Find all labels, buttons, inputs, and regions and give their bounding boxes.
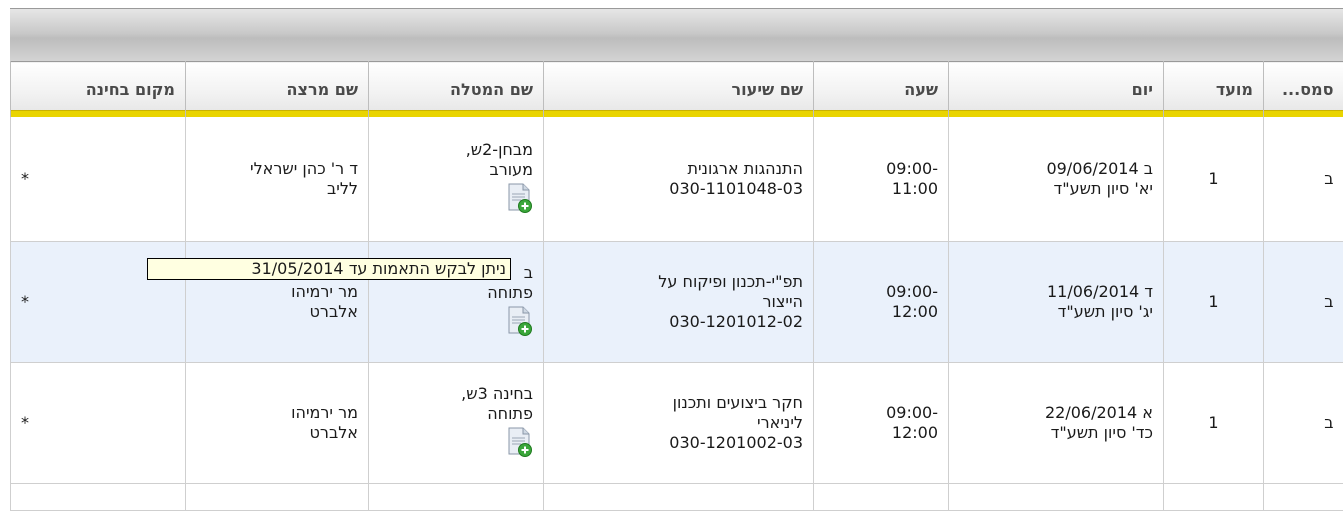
status-cell: ב xyxy=(1264,363,1343,484)
empty-cell xyxy=(369,484,544,511)
lecturer-name-cont: אלברט xyxy=(196,423,358,443)
time-start: 09:00- xyxy=(824,403,938,423)
empty-cell xyxy=(544,484,814,511)
day-hebrew-date: יא' סיון תשע"ד xyxy=(959,179,1153,199)
empty-cell xyxy=(1164,484,1264,511)
moed-cell: 1 xyxy=(1164,363,1264,484)
table-row[interactable]: ב 1 א 22/06/2014 כד' סיון תשע"ד 09:00- 1… xyxy=(11,363,1343,484)
column-header-location[interactable]: מקום בחינה xyxy=(11,62,186,118)
time-end: 12:00 xyxy=(824,302,938,322)
lesson-name: התנהגות ארגונית xyxy=(554,159,803,179)
moed-cell: 1 xyxy=(1164,242,1264,363)
task-type: פתוחה xyxy=(379,404,533,424)
moed-cell: 1 xyxy=(1164,117,1264,242)
time-start: 09:00- xyxy=(824,159,938,179)
empty-cell xyxy=(814,484,949,511)
lesson-cell: התנהגות ארגונית 030-1101048-03 xyxy=(544,117,814,242)
day-hebrew-date: כד' סיון תשע"ד xyxy=(959,423,1153,443)
lecturer-name: מר ירמיהו xyxy=(196,403,358,423)
day-cell: א 22/06/2014 כד' סיון תשע"ד xyxy=(949,363,1164,484)
empty-cell xyxy=(949,484,1164,511)
task-name: מבחן-2ש, xyxy=(379,140,533,160)
day-cell: ד 11/06/2014 יג' סיון תשע"ד xyxy=(949,242,1164,363)
day-date: ד 11/06/2014 xyxy=(959,282,1153,302)
lecturer-cell: מר ירמיהו אלברט xyxy=(186,363,369,484)
day-date: ב 09/06/2014 xyxy=(959,159,1153,179)
lesson-code: 030-1201002-03 xyxy=(554,433,803,453)
empty-cell xyxy=(186,484,369,511)
exams-table: סמס... מועד יום שעה שם שיעור שם המטלה שם… xyxy=(10,61,1343,511)
time-cell: 09:00- 12:00 xyxy=(814,363,949,484)
task-type: מעורב xyxy=(379,160,533,180)
table-header-row: סמס... מועד יום שעה שם שיעור שם המטלה שם… xyxy=(11,62,1343,118)
lesson-cell: תפ"י-תכנון ופיקוח על הייצור 030-1201012-… xyxy=(544,242,814,363)
table-row[interactable]: ב 1 ב 09/06/2014 יא' סיון תשע"ד 09:00- 1… xyxy=(11,117,1343,242)
document-add-icon[interactable] xyxy=(507,183,533,213)
day-date: א 22/06/2014 xyxy=(959,403,1153,423)
column-header-status[interactable]: סמס... xyxy=(1264,62,1343,118)
time-start: 09:00- xyxy=(824,282,938,302)
lesson-code: 030-1101048-03 xyxy=(554,179,803,199)
task-name: בחינה 3ש, xyxy=(379,384,533,404)
time-end: 11:00 xyxy=(824,179,938,199)
task-cell: מבחן-2ש, מעורב xyxy=(369,117,544,242)
status-cell: ב xyxy=(1264,117,1343,242)
lecturer-name-cont: אלברט xyxy=(196,302,358,322)
lesson-name: תפ"י-תכנון ופיקוח על xyxy=(554,272,803,292)
task-cell: בחינה 3ש, פתוחה xyxy=(369,363,544,484)
day-cell: ב 09/06/2014 יא' סיון תשע"ד xyxy=(949,117,1164,242)
location-cell: * xyxy=(11,363,186,484)
time-cell: 09:00- 11:00 xyxy=(814,117,949,242)
lesson-name-cont: ליניארי xyxy=(554,413,803,433)
status-cell: ב xyxy=(1264,242,1343,363)
time-cell: 09:00- 12:00 xyxy=(814,242,949,363)
lesson-code: 030-1201012-02 xyxy=(554,312,803,332)
empty-cell xyxy=(1264,484,1343,511)
document-add-icon[interactable] xyxy=(507,427,533,457)
column-header-day[interactable]: יום xyxy=(949,62,1164,118)
lesson-cell: חקר ביצועים ותכנון ליניארי 030-1201002-0… xyxy=(544,363,814,484)
day-hebrew-date: יג' סיון תשע"ד xyxy=(959,302,1153,322)
header-band xyxy=(10,8,1343,62)
column-header-task[interactable]: שם המטלה xyxy=(369,62,544,118)
lesson-name-cont: הייצור xyxy=(554,292,803,312)
tooltip-text: ניתן לבקש התאמות עד 31/05/2014 xyxy=(251,259,506,278)
lecturer-name: ד ר' כהן ישראלי xyxy=(196,159,358,179)
table-row-partial xyxy=(11,484,1343,511)
column-header-time[interactable]: שעה xyxy=(814,62,949,118)
time-end: 12:00 xyxy=(824,423,938,443)
document-add-icon[interactable] xyxy=(507,306,533,336)
accommodation-tooltip: ניתן לבקש התאמות עד 31/05/2014 xyxy=(147,258,511,280)
top-spacer xyxy=(0,0,1343,8)
location-cell: * xyxy=(11,117,186,242)
column-header-lecturer[interactable]: שם מרצה xyxy=(186,62,369,118)
task-type: פתוחה xyxy=(379,283,533,303)
column-header-moed[interactable]: מועד xyxy=(1164,62,1264,118)
column-header-lesson[interactable]: שם שיעור xyxy=(544,62,814,118)
empty-cell xyxy=(11,484,186,511)
lecturer-name: מר ירמיהו xyxy=(196,282,358,302)
lesson-name: חקר ביצועים ותכנון xyxy=(554,393,803,413)
lecturer-cell: ד ר' כהן ישראלי לליב xyxy=(186,117,369,242)
lecturer-name-cont: לליב xyxy=(196,179,358,199)
